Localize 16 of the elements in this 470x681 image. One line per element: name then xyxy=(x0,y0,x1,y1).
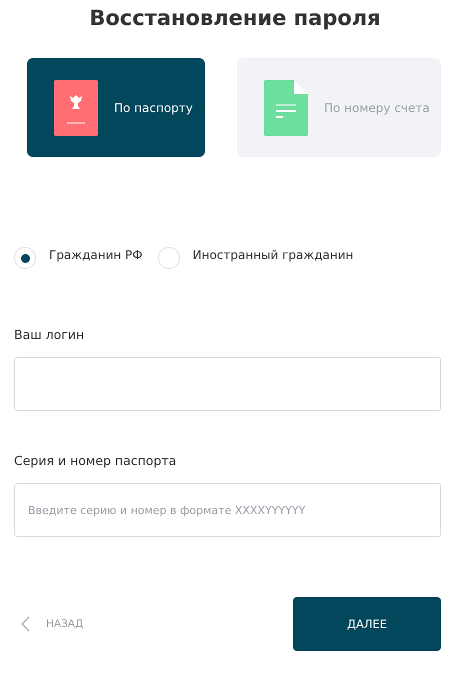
radio-label[interactable]: Гражданин РФ xyxy=(49,248,143,262)
method-label: По паспорту xyxy=(114,100,193,114)
chevron-left-icon xyxy=(21,616,30,632)
field-label: Серия и номер паспорта xyxy=(14,453,178,468)
input-field[interactable] xyxy=(14,357,441,411)
radio-label[interactable]: Иностранный гражданин xyxy=(192,248,354,262)
radio-button[interactable] xyxy=(158,247,180,269)
method-label: По номеру счета xyxy=(324,100,430,114)
field-label: Ваш логин xyxy=(14,327,86,342)
radio-button[interactable] xyxy=(14,247,36,269)
next-button[interactable]: ДАЛЕЕ xyxy=(293,597,441,651)
input-field[interactable]: Введите серию и номер в формате XXXXYYYYYY xyxy=(14,483,441,537)
passport-icon xyxy=(54,80,98,136)
document-icon xyxy=(264,80,308,136)
method-card[interactable]: По паспорту xyxy=(27,58,205,157)
page-title: Восстановление пароля xyxy=(88,6,382,30)
